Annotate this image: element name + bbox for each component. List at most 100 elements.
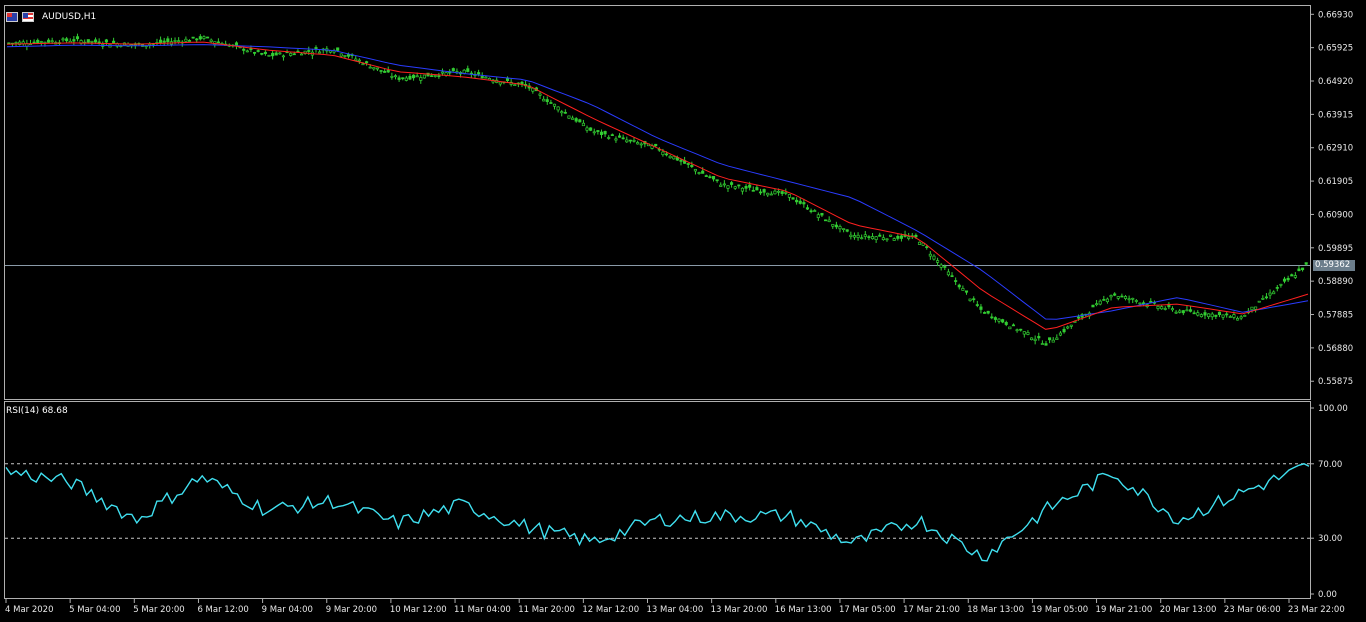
candle-body: [1113, 293, 1117, 296]
candle-body: [961, 288, 965, 291]
time-tick-label: 19 Mar 05:00: [1031, 605, 1088, 615]
candle-body: [1235, 318, 1240, 321]
candle-body: [928, 253, 932, 257]
candle-body: [726, 185, 730, 189]
candle-body: [1250, 306, 1254, 311]
candle-body: [748, 184, 752, 188]
candle-body: [885, 238, 889, 241]
rsi-tick-label: 100.00: [1318, 404, 1348, 414]
time-tick-label: 23 Mar 22:00: [1288, 605, 1345, 615]
candle-body: [289, 53, 293, 56]
candle-body: [842, 228, 846, 231]
candle-body: [758, 191, 763, 194]
candle-body: [1174, 311, 1178, 314]
candle-body: [202, 36, 206, 39]
time-tick-label: 12 Mar 12:00: [582, 605, 639, 615]
candle-body: [1225, 313, 1229, 316]
candle-body: [206, 36, 210, 39]
candle-body: [484, 76, 488, 79]
candle-body: [552, 103, 557, 107]
candle-body: [263, 51, 267, 55]
candle-body: [47, 39, 51, 43]
candle-body: [679, 159, 683, 162]
candle-body: [957, 284, 961, 288]
candle-body: [599, 131, 604, 135]
candle-body: [889, 234, 893, 237]
price-tick-label: 0.55875: [1318, 377, 1353, 387]
candle-body: [61, 38, 65, 41]
time-tick-label: 18 Mar 13:00: [967, 605, 1024, 615]
candle-body: [1268, 292, 1272, 296]
candle-body: [1058, 332, 1062, 336]
candle-body: [867, 236, 871, 238]
candle-body: [784, 192, 788, 194]
candle-body: [896, 235, 900, 239]
trading-chart[interactable]: 0.66930 0.65925 0.64920 0.63915 0.62910 0.619…: [0, 0, 1366, 622]
candle-body: [834, 224, 838, 228]
candle-body: [1019, 328, 1023, 331]
candle-body: [831, 224, 835, 227]
candle-body: [852, 235, 857, 238]
candle-body: [1037, 336, 1041, 339]
candle-body: [874, 236, 878, 240]
candle-body: [560, 111, 564, 114]
candle-body: [628, 139, 632, 142]
time-tick-label: 19 Mar 21:00: [1096, 605, 1153, 615]
candle-body: [1170, 308, 1175, 311]
candle-body: [798, 200, 802, 204]
candle-body: [1015, 329, 1019, 332]
candle-body: [1192, 312, 1196, 315]
candle-body: [968, 298, 972, 302]
candle-body: [336, 47, 340, 51]
candle-body: [592, 131, 596, 134]
candle-body: [618, 135, 622, 138]
candle-body: [823, 219, 828, 222]
candle-body: [1123, 296, 1128, 300]
candle-body: [1120, 295, 1124, 298]
candle-body: [603, 131, 607, 135]
candle-body: [950, 275, 954, 278]
candle-body: [480, 75, 484, 79]
time-tick-label: 4 Mar 2020: [5, 605, 53, 615]
us-flag-icon: [22, 12, 34, 22]
candle-body: [766, 192, 770, 196]
candle-body: [943, 266, 947, 268]
candle-body: [614, 138, 618, 141]
candle-body: [75, 36, 80, 40]
rsi-tick-label: 70.00: [1318, 460, 1342, 470]
candle-body: [715, 179, 719, 182]
rsi-tick-label: 0.00: [1318, 590, 1337, 600]
time-tick-label: 9 Mar 20:00: [326, 605, 377, 615]
candle-body: [1214, 314, 1218, 317]
candle-body: [198, 36, 202, 40]
candle-body: [256, 50, 260, 52]
candle-body: [1279, 283, 1283, 286]
candle-body: [545, 99, 549, 103]
candle-body: [1127, 298, 1131, 301]
candle-body: [1196, 312, 1200, 316]
candle-body: [148, 43, 152, 46]
candle-body: [907, 236, 911, 239]
candle-body: [1210, 313, 1214, 318]
candle-body: [809, 210, 813, 213]
candle-body: [159, 39, 163, 44]
candle-body: [556, 106, 560, 111]
candle-body: [860, 237, 864, 240]
time-tick-label: 23 Mar 06:00: [1224, 605, 1281, 615]
candle-body: [1033, 338, 1037, 341]
candle-body: [50, 40, 54, 43]
candle-body: [437, 75, 441, 78]
candle-body: [1011, 324, 1016, 327]
candle-body: [986, 310, 990, 314]
time-tick-label: 20 Mar 13:00: [1160, 605, 1217, 615]
candle-body: [216, 41, 220, 44]
candle-body: [589, 127, 593, 131]
candle-body: [1098, 300, 1102, 305]
time-tick-label: 13 Mar 20:00: [711, 605, 768, 615]
candle-body: [777, 190, 781, 193]
candle-body: [563, 111, 567, 114]
candle-body: [368, 66, 372, 69]
candle-body: [787, 194, 791, 198]
candle-body: [72, 39, 76, 42]
candle-body: [419, 77, 423, 81]
